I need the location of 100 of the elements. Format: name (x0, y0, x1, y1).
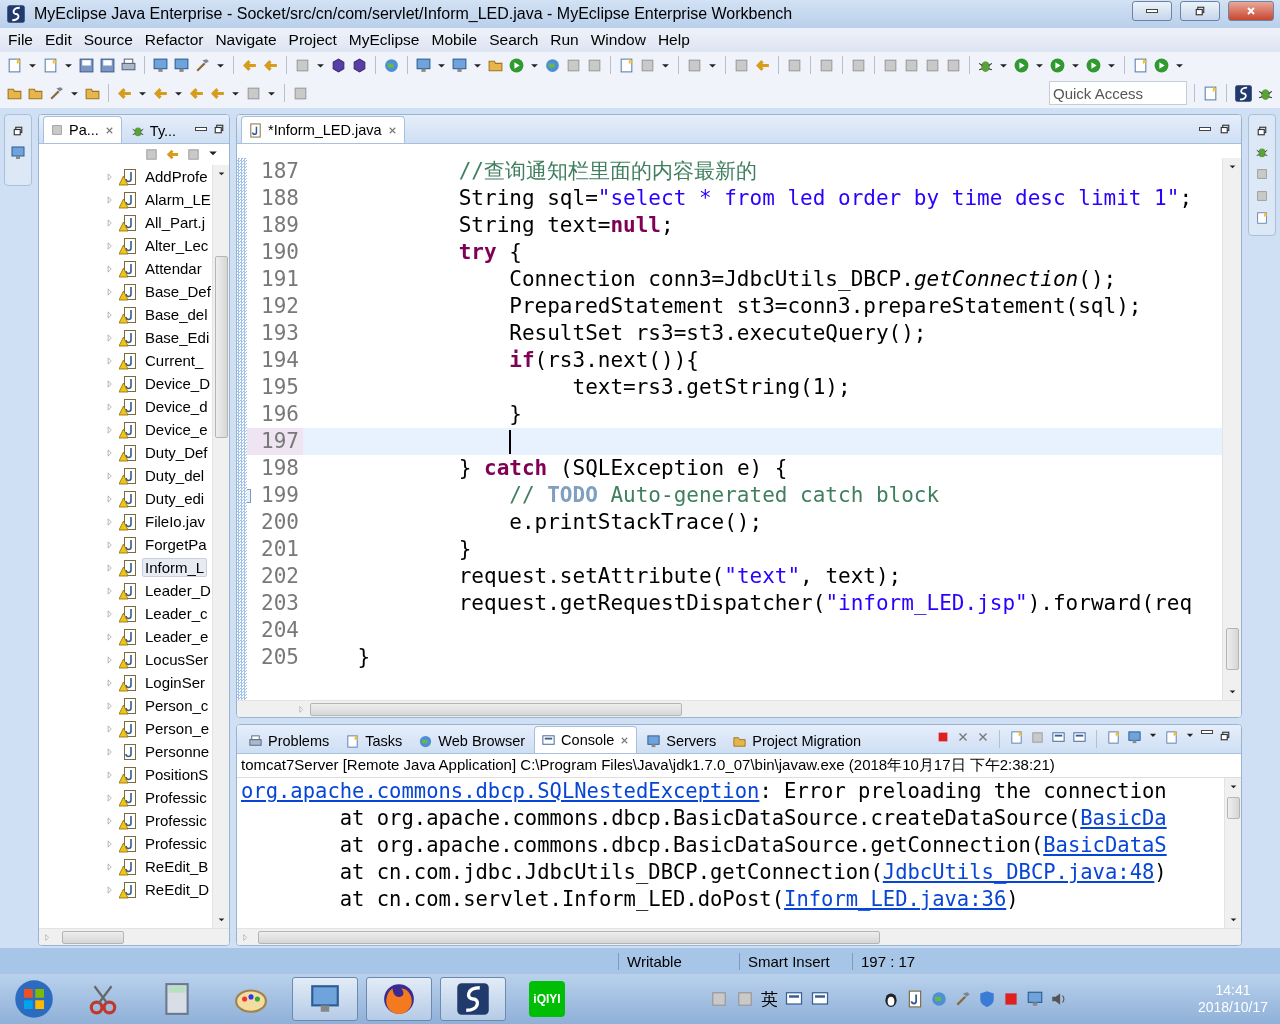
tree-item[interactable]: Person_c (142, 696, 212, 715)
expand-icon[interactable] (105, 792, 115, 803)
stack-trace-link[interactable]: org.apache.commons.dbcp.SQLNestedException (241, 779, 760, 803)
tools-icon[interactable] (954, 990, 973, 1008)
tree-item[interactable]: Duty_edi (142, 489, 208, 508)
expand-icon[interactable] (105, 723, 115, 734)
tree-item[interactable]: ReEdit_B (142, 857, 212, 876)
input-language[interactable]: 英 (761, 987, 779, 1011)
tree-item[interactable]: Base_Edi (142, 328, 212, 347)
server-icon[interactable] (451, 56, 468, 74)
scroll-left-icon[interactable] (43, 932, 52, 942)
tree-item[interactable]: ReEdit_D (142, 880, 212, 899)
scrollbar-thumb[interactable] (258, 930, 880, 944)
menu-item[interactable]: Navigate (209, 31, 283, 49)
restore-icon[interactable] (12, 125, 24, 137)
tree-item[interactable]: Base_del (142, 305, 211, 324)
device-icon[interactable] (152, 56, 169, 74)
scroll-left-icon[interactable] (241, 932, 250, 942)
tree-item[interactable]: Professic (142, 788, 210, 807)
server-icon[interactable] (415, 56, 432, 74)
quick-access-field[interactable]: Quick Access (1049, 81, 1187, 105)
scroll-down-icon[interactable] (216, 915, 226, 924)
tree-item[interactable]: FileIo.jav (142, 512, 209, 531)
taskbar-app[interactable] (292, 977, 358, 1021)
tree-item[interactable]: ForgetPa (142, 535, 210, 554)
tree-item[interactable]: Professic (142, 834, 210, 853)
restore-icon[interactable] (1256, 125, 1268, 137)
menu-item[interactable]: Run (544, 31, 585, 49)
tree-item[interactable]: Personne (142, 742, 212, 761)
horizontal-scrollbar[interactable] (237, 928, 1241, 945)
menu-item[interactable]: Refactor (138, 31, 210, 49)
save-icon[interactable] (78, 56, 95, 74)
scroll-left-icon[interactable] (297, 704, 306, 714)
menu-item[interactable]: MyEclipse (342, 31, 426, 49)
tree-item[interactable]: Alter_Lec (142, 236, 212, 255)
display-console-icon[interactable] (1127, 730, 1142, 745)
expand-icon[interactable] (105, 470, 115, 481)
tree-item[interactable]: Inform_L (142, 558, 208, 577)
tree-item[interactable]: Attendar (142, 259, 205, 278)
taskbar-app[interactable] (366, 977, 432, 1021)
minimize-icon[interactable] (1201, 730, 1213, 734)
expand-icon[interactable] (105, 585, 115, 596)
expand-icon[interactable] (105, 700, 115, 711)
expand-icon[interactable] (105, 401, 115, 412)
new-console-icon[interactable] (1164, 730, 1179, 745)
stack-trace-link[interactable]: JdbcUtils_DBCP.java:48 (882, 860, 1155, 884)
restore-button[interactable] (1180, 1, 1220, 21)
menu-item[interactable]: Search (483, 31, 545, 49)
expand-icon[interactable] (105, 861, 115, 872)
scrollbar-thumb[interactable] (1226, 797, 1240, 819)
cube-icon[interactable] (330, 56, 347, 74)
expand-icon[interactable] (105, 746, 115, 757)
minimize-icon[interactable] (195, 127, 207, 131)
device-icon[interactable] (173, 56, 190, 74)
perspective-logo-icon[interactable] (1234, 83, 1253, 103)
tree-item[interactable]: Device_d (142, 397, 211, 416)
horizontal-scrollbar[interactable] (237, 700, 1241, 717)
expand-icon[interactable] (105, 309, 115, 320)
scrollbar-thumb[interactable] (214, 255, 228, 438)
scroll-up-icon[interactable] (1227, 162, 1237, 171)
new-class-icon[interactable] (1132, 56, 1149, 74)
view-tab[interactable]: Tasks (338, 728, 410, 753)
view-tab[interactable]: Problems (241, 728, 337, 753)
show-stderr-icon[interactable] (1072, 730, 1087, 745)
horizontal-scrollbar[interactable] (39, 928, 229, 945)
menu-item[interactable]: File (2, 31, 39, 49)
expand-icon[interactable] (105, 378, 115, 389)
stack-trace-link[interactable]: BasicDa (1080, 806, 1167, 830)
scrollbar-thumb[interactable] (1225, 628, 1239, 670)
expand-icon[interactable] (105, 286, 115, 297)
expand-icon[interactable] (105, 240, 115, 251)
tree-item[interactable]: Base_Def (142, 282, 212, 301)
tree-item[interactable]: Duty_del (142, 466, 208, 485)
expand-icon[interactable] (105, 263, 115, 274)
menu-item[interactable]: Project (282, 31, 343, 49)
menu-item[interactable]: Window (584, 31, 652, 49)
save-all-icon[interactable] (99, 56, 116, 74)
view-tab[interactable]: Web Browser (411, 728, 533, 753)
minimize-button[interactable] (1132, 1, 1172, 21)
expand-icon[interactable] (105, 838, 115, 849)
maximize-icon[interactable] (1219, 730, 1231, 742)
expand-icon[interactable] (105, 677, 115, 688)
scrollbar-thumb[interactable] (310, 702, 682, 716)
scroll-up-icon[interactable] (1228, 782, 1238, 791)
vertical-scrollbar[interactable] (1224, 778, 1241, 928)
expand-icon[interactable] (105, 355, 115, 366)
expand-icon[interactable] (105, 332, 115, 343)
tree-item[interactable]: Current_ (142, 351, 207, 370)
expand-icon[interactable] (105, 194, 115, 205)
vertical-scrollbar[interactable] (1222, 158, 1241, 700)
hammer-icon[interactable] (194, 56, 211, 74)
minimize-icon[interactable] (1199, 127, 1211, 131)
show-stdout-icon[interactable] (1051, 730, 1066, 745)
tree-item[interactable]: LocusSer (142, 650, 212, 669)
stack-trace-link[interactable]: BasicDataS (1043, 833, 1167, 857)
expand-icon[interactable] (105, 769, 115, 780)
expand-icon[interactable] (105, 608, 115, 619)
view-tab[interactable]: Console (534, 726, 638, 753)
taskbar-app[interactable] (440, 977, 506, 1021)
menu-item[interactable]: Source (77, 31, 139, 49)
